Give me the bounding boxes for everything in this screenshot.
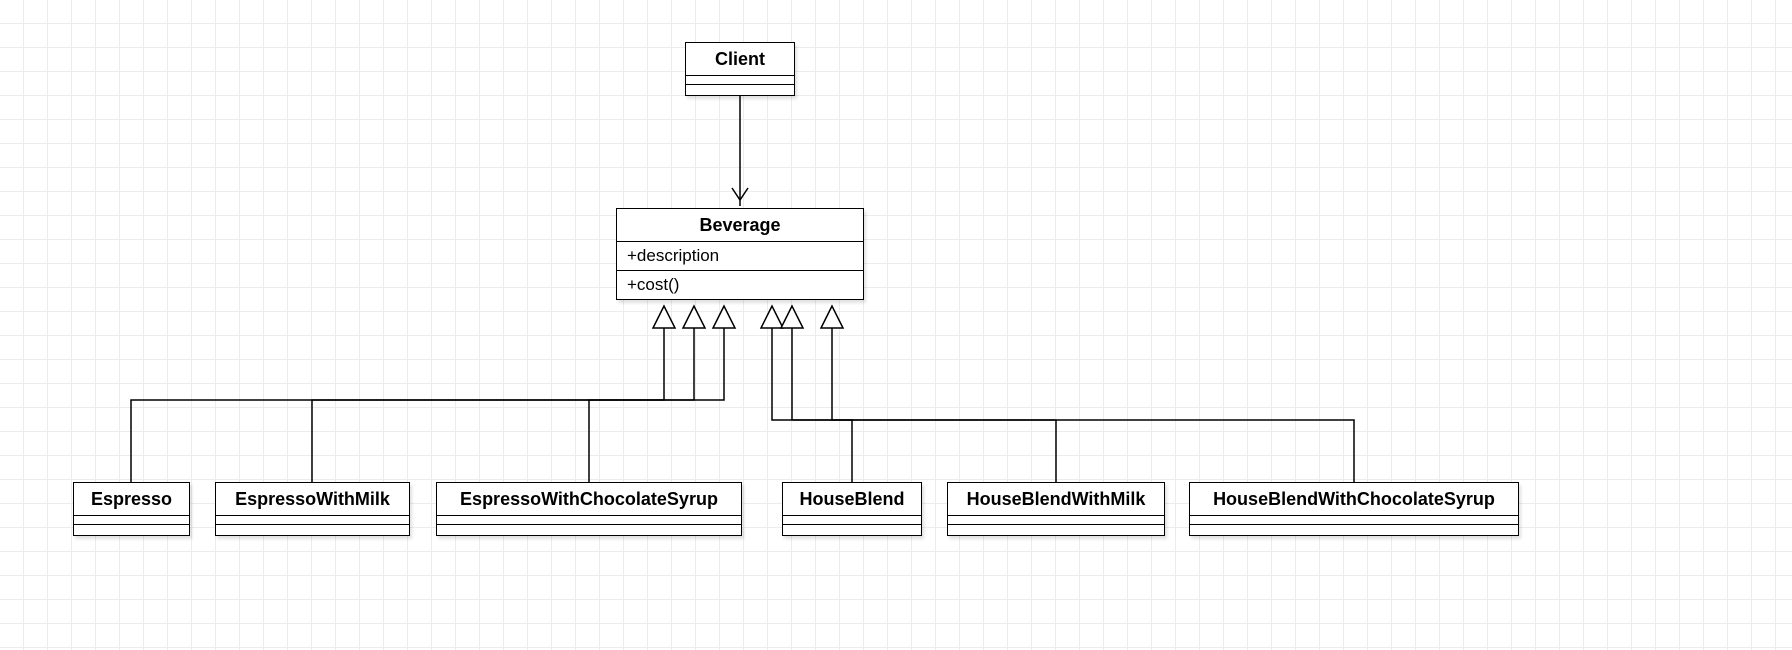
class-beverage-attrs: +description (617, 242, 863, 271)
class-house-blend-with-chocolate-syrup-attrs (1190, 516, 1518, 525)
class-house-blend-ops (783, 525, 921, 535)
gen-espresso (131, 306, 675, 482)
class-beverage[interactable]: Beverage +description +cost() (616, 208, 864, 300)
class-house-blend-with-milk-attrs (948, 516, 1164, 525)
class-espresso-with-milk-attrs (216, 516, 409, 525)
gen-house-blend-with-chocolate-syrup (821, 306, 1354, 482)
class-house-blend[interactable]: HouseBlend (782, 482, 922, 536)
class-espresso-attrs (74, 516, 189, 525)
gen-espresso-with-chocolate-syrup (589, 306, 735, 482)
class-house-blend-with-chocolate-syrup[interactable]: HouseBlendWithChocolateSyrup (1189, 482, 1519, 536)
class-house-blend-name: HouseBlend (783, 483, 921, 516)
class-beverage-name: Beverage (617, 209, 863, 242)
class-house-blend-attrs (783, 516, 921, 525)
class-house-blend-with-chocolate-syrup-ops (1190, 525, 1518, 535)
class-house-blend-with-milk[interactable]: HouseBlendWithMilk (947, 482, 1165, 536)
class-espresso-ops (74, 525, 189, 535)
gen-house-blend-with-milk (781, 306, 1056, 482)
class-espresso-name: Espresso (74, 483, 189, 516)
class-espresso-with-chocolate-syrup-attrs (437, 516, 741, 525)
class-beverage-ops: +cost() (617, 271, 863, 299)
class-espresso-with-milk-name: EspressoWithMilk (216, 483, 409, 516)
class-espresso-with-chocolate-syrup-name: EspressoWithChocolateSyrup (437, 483, 741, 516)
class-client[interactable]: Client (685, 42, 795, 96)
class-espresso-with-milk-ops (216, 525, 409, 535)
class-espresso-with-chocolate-syrup-ops (437, 525, 741, 535)
class-house-blend-with-chocolate-syrup-name: HouseBlendWithChocolateSyrup (1190, 483, 1518, 516)
class-espresso-with-milk[interactable]: EspressoWithMilk (215, 482, 410, 536)
class-espresso[interactable]: Espresso (73, 482, 190, 536)
gen-espresso-with-milk (312, 306, 705, 482)
class-client-ops (686, 85, 794, 95)
class-client-attrs (686, 76, 794, 85)
class-house-blend-with-milk-name: HouseBlendWithMilk (948, 483, 1164, 516)
class-client-name: Client (686, 43, 794, 76)
class-espresso-with-chocolate-syrup[interactable]: EspressoWithChocolateSyrup (436, 482, 742, 536)
assoc-client-to-beverage (732, 96, 748, 206)
class-house-blend-with-milk-ops (948, 525, 1164, 535)
diagram-canvas[interactable]: Client Beverage +description +cost() Esp… (0, 0, 1792, 650)
gen-house-blend (761, 306, 852, 482)
connectors-layer (0, 0, 1792, 650)
